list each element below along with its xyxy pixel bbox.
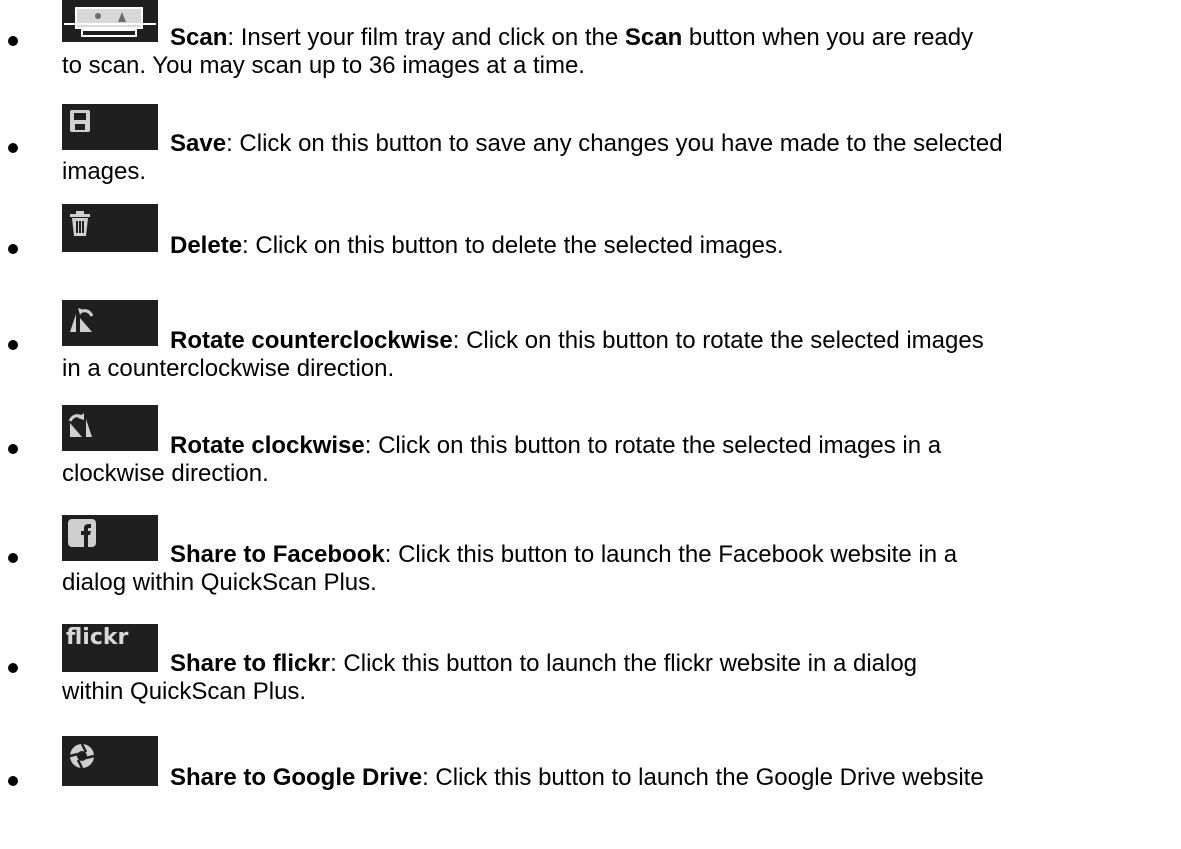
item-title-inline: Scan (624, 24, 683, 51)
item-desc: : Click this button to launch the Google… (422, 764, 984, 791)
item-desc: : Click this button to launch the flickr… (330, 650, 918, 677)
bullet (8, 776, 18, 786)
item-text: Scan: Insert your film tray and click on… (170, 24, 973, 52)
facebook-icon (62, 515, 158, 561)
item-text-line2: images. (62, 158, 147, 185)
item-desc: : Click on this button to save any chang… (226, 130, 1003, 157)
bullet (8, 36, 18, 46)
item-text: Delete: Click on this button to delete t… (170, 232, 784, 260)
flickr-icon: flickr (62, 624, 158, 672)
trash-icon (62, 204, 158, 252)
bullet (8, 340, 18, 350)
bullet (8, 663, 18, 673)
item-text-line2: in a counterclockwise direction. (62, 355, 395, 382)
item-text-line2: clockwise direction. (62, 460, 269, 487)
item-title: Rotate clockwise (170, 432, 365, 459)
item-title: Share to Google Drive (170, 764, 423, 791)
item-text: Share to Facebook: Click this button to … (170, 541, 957, 569)
item-text: Save: Click on this button to save any c… (170, 130, 1003, 158)
item-text-line2: within QuickScan Plus. (62, 678, 307, 705)
item-desc-cont: button when you are ready (682, 24, 974, 51)
item-title: Scan (170, 24, 228, 51)
item-title: Save (170, 130, 227, 157)
item-desc: : Insert your film tray and click on the (227, 24, 625, 51)
bullet (8, 553, 18, 563)
item-desc: : Click on this button to delete the sel… (242, 232, 784, 259)
item-desc: : Click this button to launch the Facebo… (384, 541, 958, 568)
item-title: Share to Facebook (170, 541, 385, 568)
scan-icon (62, 0, 158, 42)
item-desc: : Click on this button to rotate the sel… (452, 327, 984, 354)
item-title: Delete (170, 232, 243, 259)
item-text: Share to flickr: Click this button to la… (170, 650, 917, 678)
rotate-clockwise-icon (62, 405, 158, 451)
item-text-line2: to scan. You may scan up to 36 images at… (62, 52, 585, 79)
save-icon (62, 104, 158, 150)
item-title: Share to flickr (170, 650, 331, 677)
bullet (8, 143, 18, 153)
item-text-line2: dialog within QuickScan Plus. (62, 569, 377, 596)
google-drive-icon (62, 736, 158, 786)
document-page: Scan: Insert your film tray and click on… (0, 0, 1181, 849)
item-text: Share to Google Drive: Click this button… (170, 764, 984, 792)
flickr-icon-text: flickr (66, 625, 129, 650)
bullet (8, 444, 18, 454)
item-desc: : Click on this button to rotate the sel… (364, 432, 942, 459)
item-title: Rotate counterclockwise (170, 327, 453, 354)
rotate-counterclockwise-icon (62, 300, 158, 346)
item-text: Rotate counterclockwise: Click on this b… (170, 327, 984, 355)
item-text: Rotate clockwise: Click on this button t… (170, 432, 941, 460)
bullet (8, 244, 18, 254)
